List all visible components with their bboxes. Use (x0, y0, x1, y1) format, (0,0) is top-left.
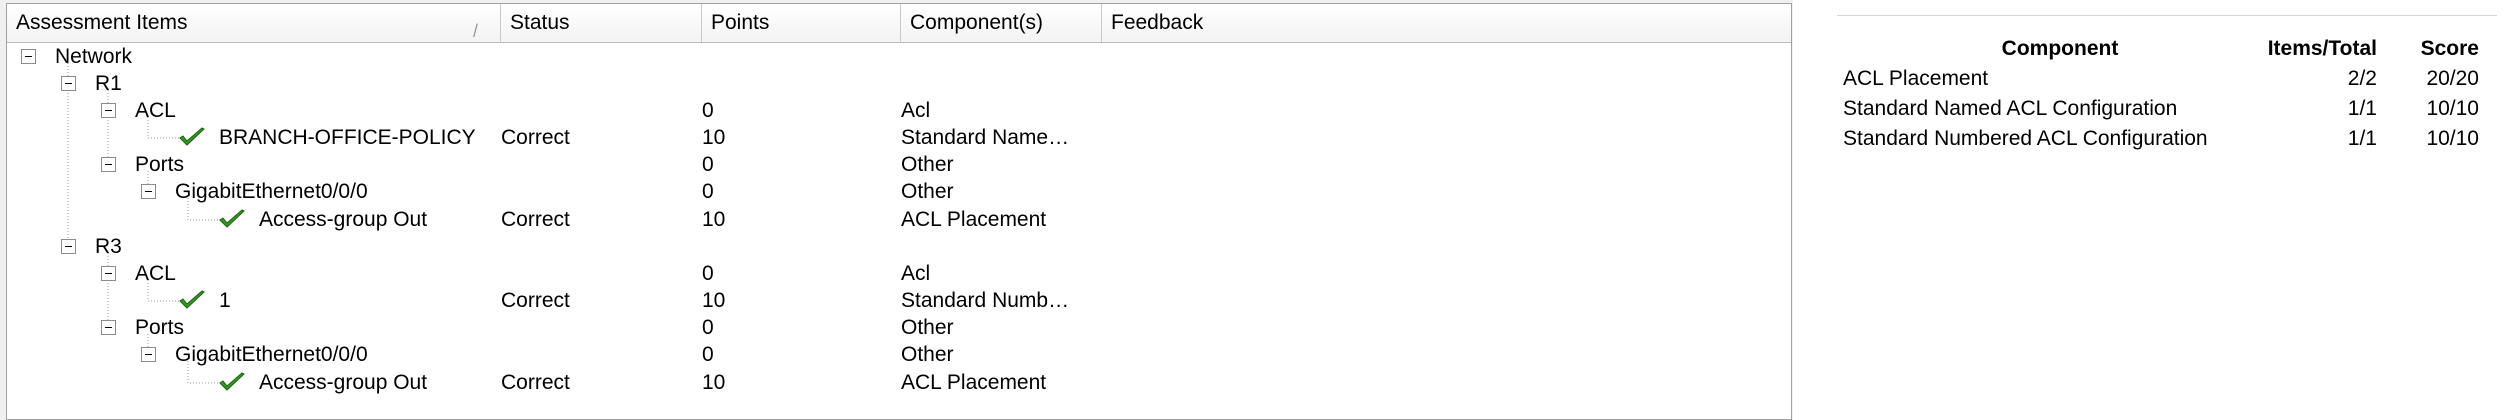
tree-row-r1[interactable]: R1 (7, 70, 1791, 97)
tree-row-r3[interactable]: R3 (7, 233, 1791, 260)
component-cell: Other (901, 180, 954, 203)
checkmark-icon (179, 290, 205, 309)
tree-item-label: ACL (135, 99, 176, 122)
column-header-label: Feedback (1111, 11, 1204, 34)
tree-row-access-group-out[interactable]: Access-group Out Correct 10 ACL Placemen… (7, 369, 1791, 396)
tree-row-network[interactable]: Network (7, 43, 1791, 70)
summary-header-score: Score (2420, 37, 2479, 60)
tree-row-acl[interactable]: ACL 0 Acl (7, 260, 1791, 287)
tree-item-label: Access-group Out (259, 371, 428, 394)
column-header-label: Assessment Items (16, 11, 188, 34)
column-header-components[interactable]: Component(s) (901, 4, 1102, 42)
tree-row-acl[interactable]: ACL 0 Acl (7, 97, 1791, 124)
activity-results-window: Assessment Items / Status Points Compone… (0, 0, 2513, 420)
component-cell: Other (901, 153, 954, 176)
tree-item-label: ACL (135, 262, 176, 285)
component-cell: Standard Name… (901, 126, 1070, 149)
tree-row-gigabitethernet[interactable]: GigabitEthernet0/0/0 0 Other (7, 341, 1791, 368)
points-cell: 0 (702, 316, 714, 339)
collapse-toggle-icon[interactable] (141, 347, 156, 362)
status-cell: Correct (501, 126, 570, 149)
summary-items-total: 2/2 (2347, 67, 2377, 90)
column-header-label: Points (711, 11, 770, 34)
tree-item-label: GigabitEthernet0/0/0 (175, 180, 368, 203)
tree-row-ports[interactable]: Ports 0 Other (7, 314, 1791, 341)
component-cell: ACL Placement (901, 208, 1047, 231)
status-cell: Correct (501, 208, 570, 231)
collapse-toggle-icon[interactable] (101, 103, 116, 118)
tree-item-label: BRANCH-OFFICE-POLICY (219, 126, 476, 149)
assessment-items-tree[interactable]: Assessment Items / Status Points Compone… (6, 3, 1792, 420)
checkmark-icon (219, 372, 245, 391)
collapse-toggle-icon[interactable] (141, 184, 156, 199)
column-header-feedback[interactable]: Feedback (1102, 4, 1791, 42)
points-cell: 0 (702, 180, 714, 203)
component-cell: Other (901, 316, 954, 339)
component-summary-panel: Component Items/Total Score ACL Placemen… (1793, 0, 2513, 420)
points-cell: 0 (702, 99, 714, 122)
tree-row-acl-1[interactable]: 1 Correct 10 Standard Numb… (7, 287, 1791, 314)
component-cell: ACL Placement (901, 371, 1047, 394)
column-header-status[interactable]: Status (501, 4, 702, 42)
status-cell: Correct (501, 289, 570, 312)
summary-row: Standard Numbered ACL Configuration 1/1 … (1793, 124, 2513, 154)
summary-score: 10/10 (2426, 127, 2479, 150)
tree-row-access-group-out[interactable]: Access-group Out Correct 10 ACL Placemen… (7, 206, 1791, 233)
points-cell: 10 (702, 371, 726, 394)
collapse-toggle-icon[interactable] (61, 239, 76, 254)
summary-row: Standard Named ACL Configuration 1/1 10/… (1793, 94, 2513, 124)
checkmark-icon (179, 127, 205, 146)
points-cell: 0 (702, 343, 714, 366)
summary-row: ACL Placement 2/2 20/20 (1793, 64, 2513, 94)
collapse-toggle-icon[interactable] (101, 266, 116, 281)
tree-row-ports[interactable]: Ports 0 Other (7, 151, 1791, 178)
tree-row-gigabitethernet[interactable]: GigabitEthernet0/0/0 0 Other (7, 178, 1791, 205)
component-cell: Other (901, 343, 954, 366)
summary-header-component: Component (2001, 37, 2119, 60)
summary-items-total: 1/1 (2347, 97, 2377, 120)
tree-item-label: Access-group Out (259, 208, 428, 231)
column-header-label: Component(s) (910, 11, 1044, 34)
tree-item-label: R1 (95, 72, 122, 95)
tree-item-label: Ports (135, 316, 185, 339)
tree-item-label: 1 (219, 289, 231, 312)
summary-items-total: 1/1 (2347, 127, 2377, 150)
points-cell: 0 (702, 153, 714, 176)
collapse-toggle-icon[interactable] (61, 76, 76, 91)
tree-item-label: Ports (135, 153, 185, 176)
summary-component: ACL Placement (1843, 67, 1989, 90)
summary-divider (1837, 15, 2497, 16)
tree-header: Assessment Items / Status Points Compone… (7, 4, 1791, 43)
column-header-label: Status (510, 11, 570, 34)
tree-row-branch-office-policy[interactable]: BRANCH-OFFICE-POLICY Correct 10 Standard… (7, 124, 1791, 151)
status-cell: Correct (501, 371, 570, 394)
tree-item-label: Network (55, 45, 133, 68)
summary-component: Standard Numbered ACL Configuration (1843, 127, 2208, 150)
summary-header-items-total: Items/Total (2267, 37, 2377, 60)
summary-component: Standard Named ACL Configuration (1843, 97, 2178, 120)
tree-item-label: GigabitEthernet0/0/0 (175, 343, 368, 366)
summary-score: 10/10 (2426, 97, 2479, 120)
component-cell: Acl (901, 262, 931, 285)
summary-score: 20/20 (2426, 67, 2479, 90)
checkmark-icon (219, 209, 245, 228)
summary-header-row: Component Items/Total Score (1793, 34, 2513, 64)
points-cell: 10 (702, 126, 726, 149)
points-cell: 0 (702, 262, 714, 285)
column-header-assessment-items[interactable]: Assessment Items / (7, 4, 501, 42)
column-header-points[interactable]: Points (702, 4, 901, 42)
points-cell: 10 (702, 289, 726, 312)
component-cell: Standard Numb… (901, 289, 1070, 312)
component-cell: Acl (901, 99, 931, 122)
points-cell: 10 (702, 208, 726, 231)
tree-item-label: R3 (95, 235, 122, 258)
collapse-toggle-icon[interactable] (101, 320, 116, 335)
tree-body: Network R1 ACL 0 Acl BRANCH-OFFICE-POLIC… (7, 43, 1791, 419)
collapse-toggle-icon[interactable] (21, 49, 36, 64)
collapse-toggle-icon[interactable] (101, 157, 116, 172)
